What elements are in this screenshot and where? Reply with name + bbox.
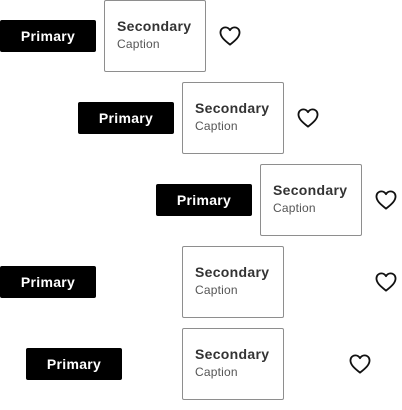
primary-button[interactable]: Primary: [0, 20, 96, 52]
secondary-button-title: Secondary: [117, 18, 192, 34]
secondary-button[interactable]: Secondary Caption: [182, 82, 284, 154]
primary-button[interactable]: Primary: [156, 184, 252, 216]
secondary-button-title: Secondary: [195, 264, 270, 280]
secondary-button-caption: Caption: [195, 119, 238, 133]
secondary-button[interactable]: Secondary Caption: [182, 328, 284, 400]
secondary-button-title: Secondary: [195, 346, 270, 362]
secondary-button-title: Secondary: [195, 100, 270, 116]
primary-button[interactable]: Primary: [26, 348, 122, 380]
secondary-button-caption: Caption: [195, 365, 238, 379]
heart-icon[interactable]: [297, 107, 319, 129]
secondary-button-title: Secondary: [273, 182, 348, 198]
heart-icon[interactable]: [375, 189, 397, 211]
secondary-button[interactable]: Secondary Caption: [260, 164, 362, 236]
heart-icon[interactable]: [219, 25, 241, 47]
secondary-button-caption: Caption: [117, 37, 160, 51]
heart-icon[interactable]: [375, 271, 397, 293]
heart-icon[interactable]: [349, 353, 371, 375]
secondary-button[interactable]: Secondary Caption: [104, 0, 206, 72]
secondary-button-caption: Caption: [273, 201, 316, 215]
secondary-button-caption: Caption: [195, 283, 238, 297]
secondary-button[interactable]: Secondary Caption: [182, 246, 284, 318]
primary-button[interactable]: Primary: [78, 102, 174, 134]
primary-button[interactable]: Primary: [0, 266, 96, 298]
